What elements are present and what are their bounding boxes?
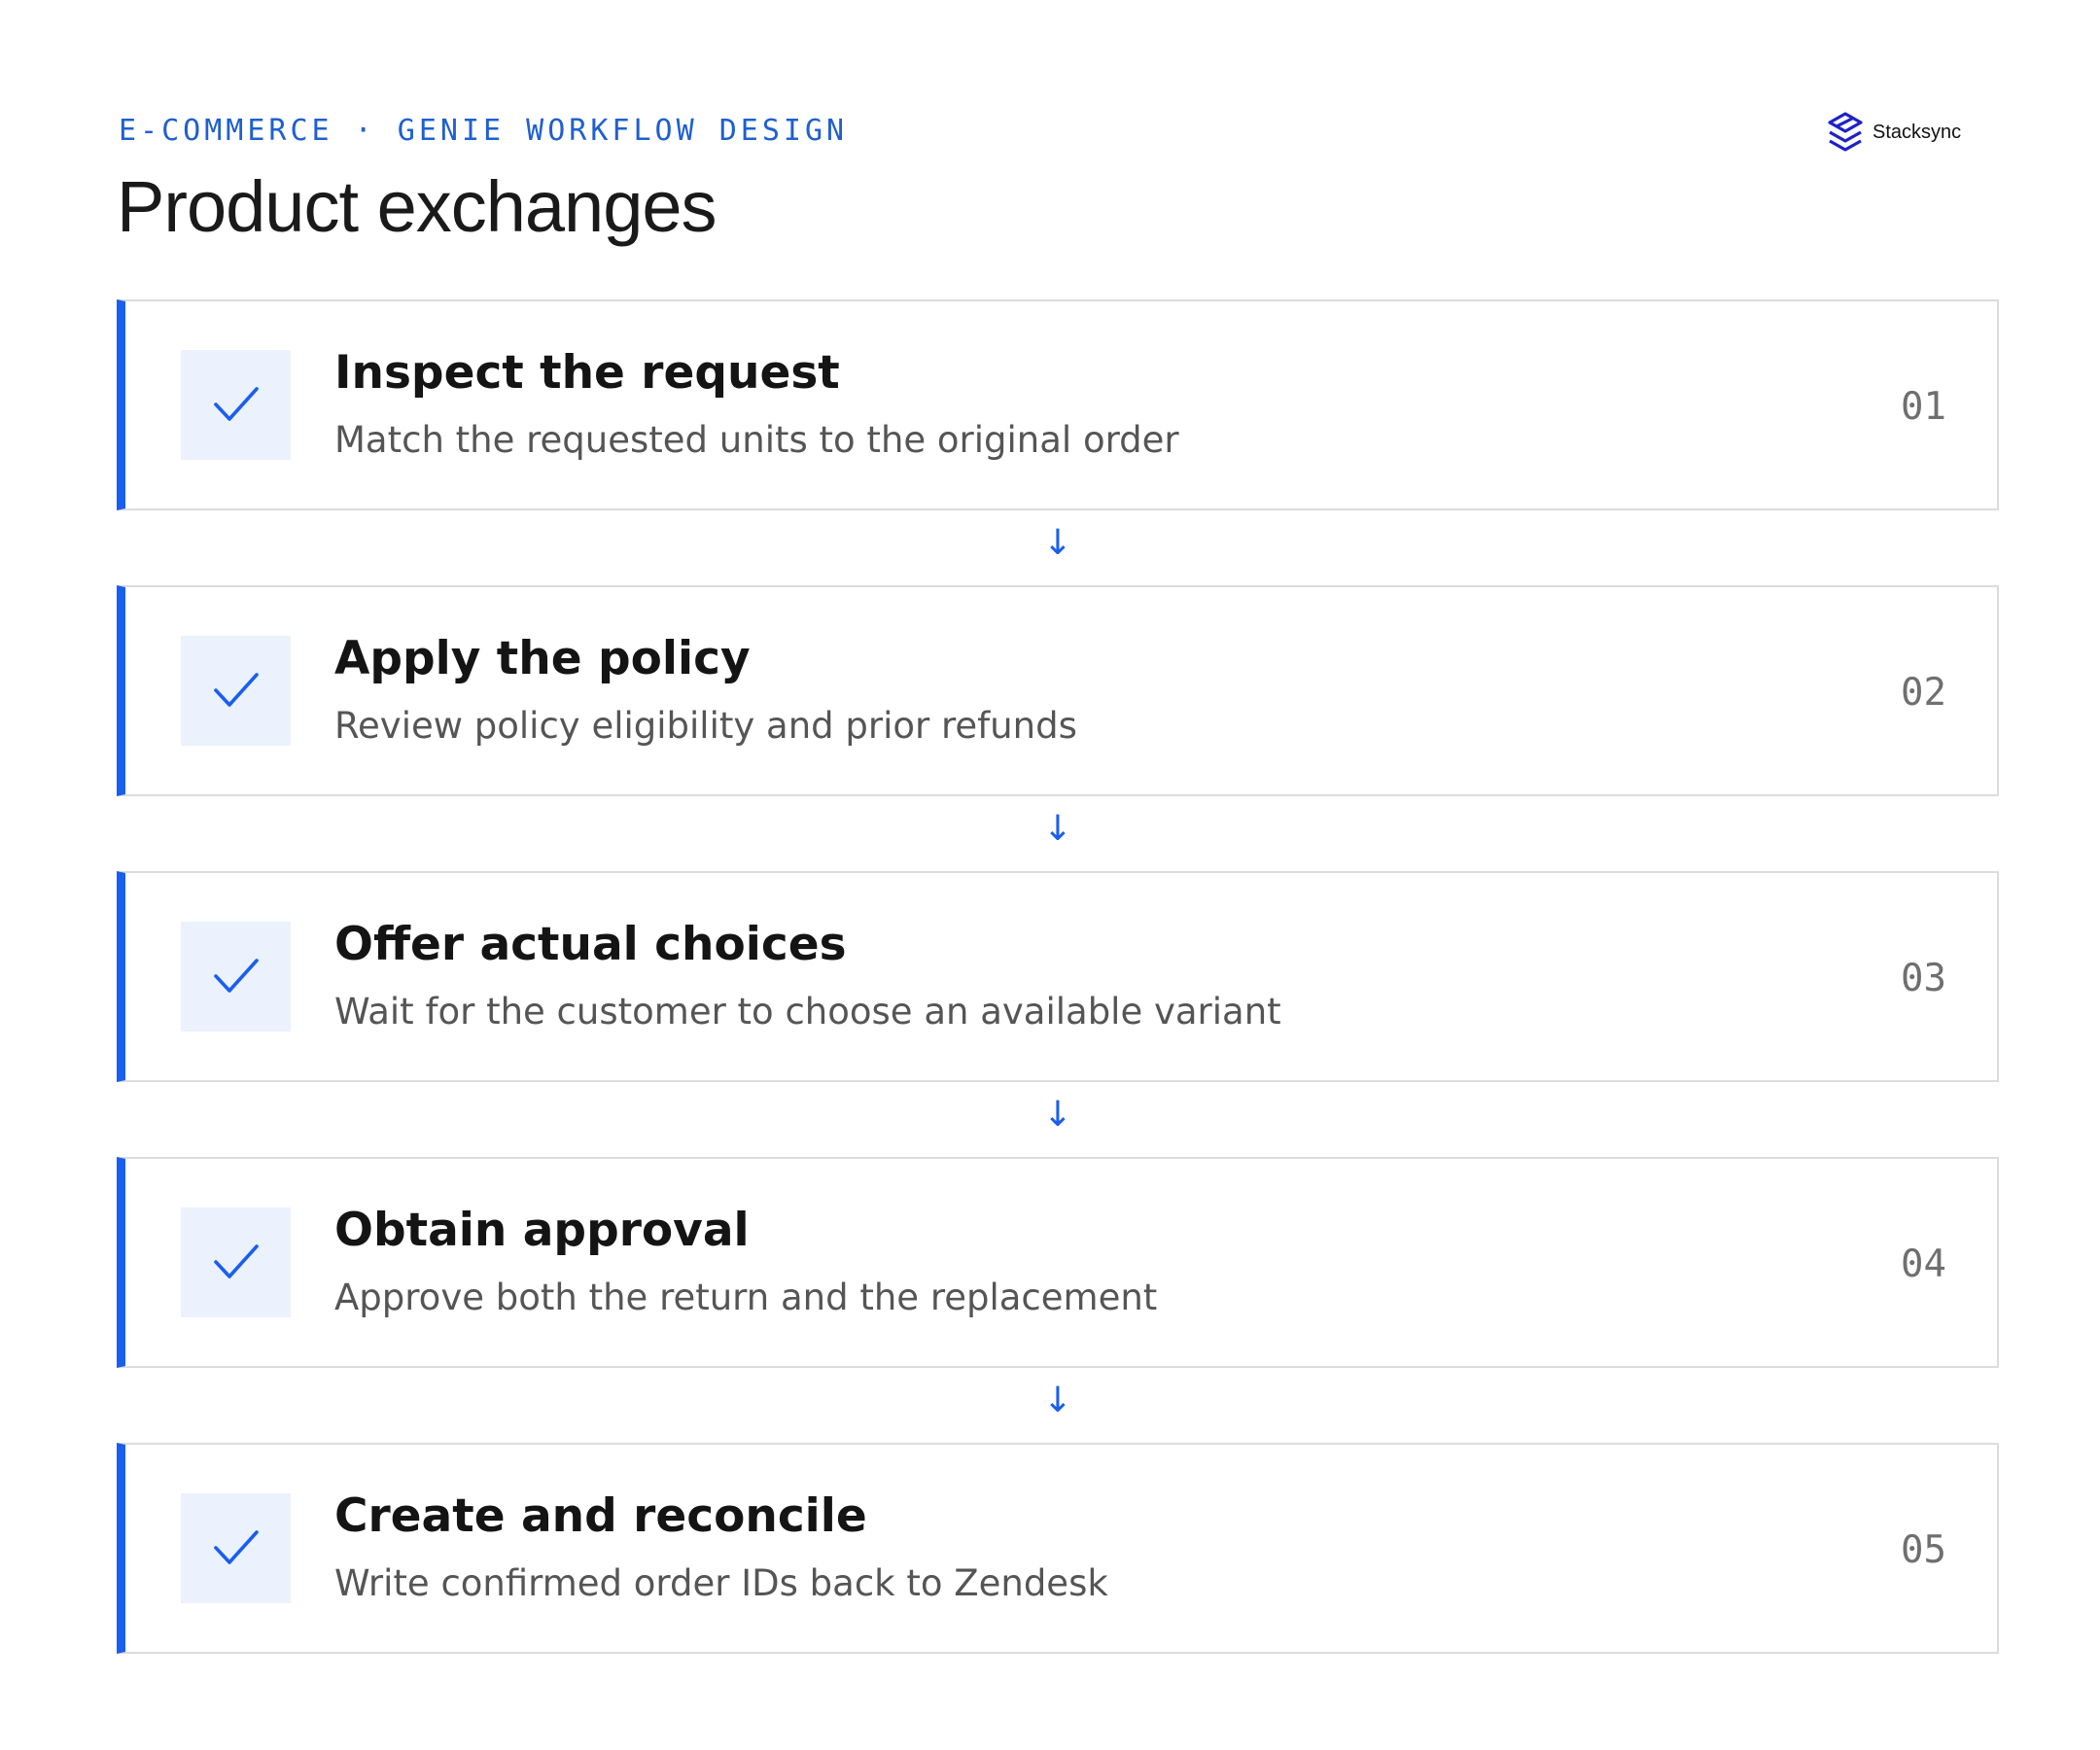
check-icon xyxy=(181,1493,291,1603)
step-card-1: Inspect the request Match the requested … xyxy=(117,299,1999,510)
step-number: 05 xyxy=(1901,1528,1946,1572)
step-description: Write confirmed order IDs back to Zendes… xyxy=(334,1562,1108,1604)
step-card-5: Create and reconcile Write confirmed ord… xyxy=(117,1443,1999,1654)
check-icon xyxy=(181,350,291,460)
step-title: Offer actual choices xyxy=(334,918,847,971)
step-title: Create and reconcile xyxy=(334,1489,867,1543)
connector-arrow: ↓ xyxy=(117,1368,1999,1443)
step-number: 02 xyxy=(1901,671,1946,715)
stacksync-logo-icon xyxy=(1828,112,1863,152)
check-icon xyxy=(181,1208,291,1317)
step-number: 03 xyxy=(1901,957,1946,1000)
connector-arrow: ↓ xyxy=(117,510,1999,585)
down-arrow-icon: ↓ xyxy=(1042,809,1073,849)
step-card-2: Apply the policy Review policy eligibili… xyxy=(117,585,1999,796)
check-icon xyxy=(181,922,291,1032)
step-card-4: Obtain approval Approve both the return … xyxy=(117,1157,1999,1368)
connector-arrow: ↓ xyxy=(117,1082,1999,1157)
step-description: Review policy eligibility and prior refu… xyxy=(334,705,1077,747)
step-description: Approve both the return and the replacem… xyxy=(334,1277,1158,1318)
logo-text: Stacksync xyxy=(1872,121,1962,143)
eyebrow-label: E-COMMERCE · GENIE WORKFLOW DESIGN xyxy=(119,114,849,148)
step-description: Match the requested units to the origina… xyxy=(334,419,1179,461)
connector-arrow: ↓ xyxy=(117,796,1999,871)
check-icon xyxy=(181,636,291,746)
step-title: Inspect the request xyxy=(334,346,840,400)
stacksync-logo: Stacksync xyxy=(1826,111,1961,154)
workflow-steps: Inspect the request Match the requested … xyxy=(117,299,1999,1654)
page-title: Product exchanges xyxy=(117,166,718,247)
step-number: 04 xyxy=(1901,1242,1946,1286)
down-arrow-icon: ↓ xyxy=(1042,1095,1073,1135)
down-arrow-icon: ↓ xyxy=(1042,1381,1073,1420)
step-number: 01 xyxy=(1901,385,1946,429)
step-title: Apply the policy xyxy=(334,632,751,685)
step-title: Obtain approval xyxy=(334,1204,750,1257)
down-arrow-icon: ↓ xyxy=(1042,523,1073,563)
step-card-3: Offer actual choices Wait for the custom… xyxy=(117,871,1999,1082)
step-description: Wait for the customer to choose an avail… xyxy=(334,991,1281,1032)
